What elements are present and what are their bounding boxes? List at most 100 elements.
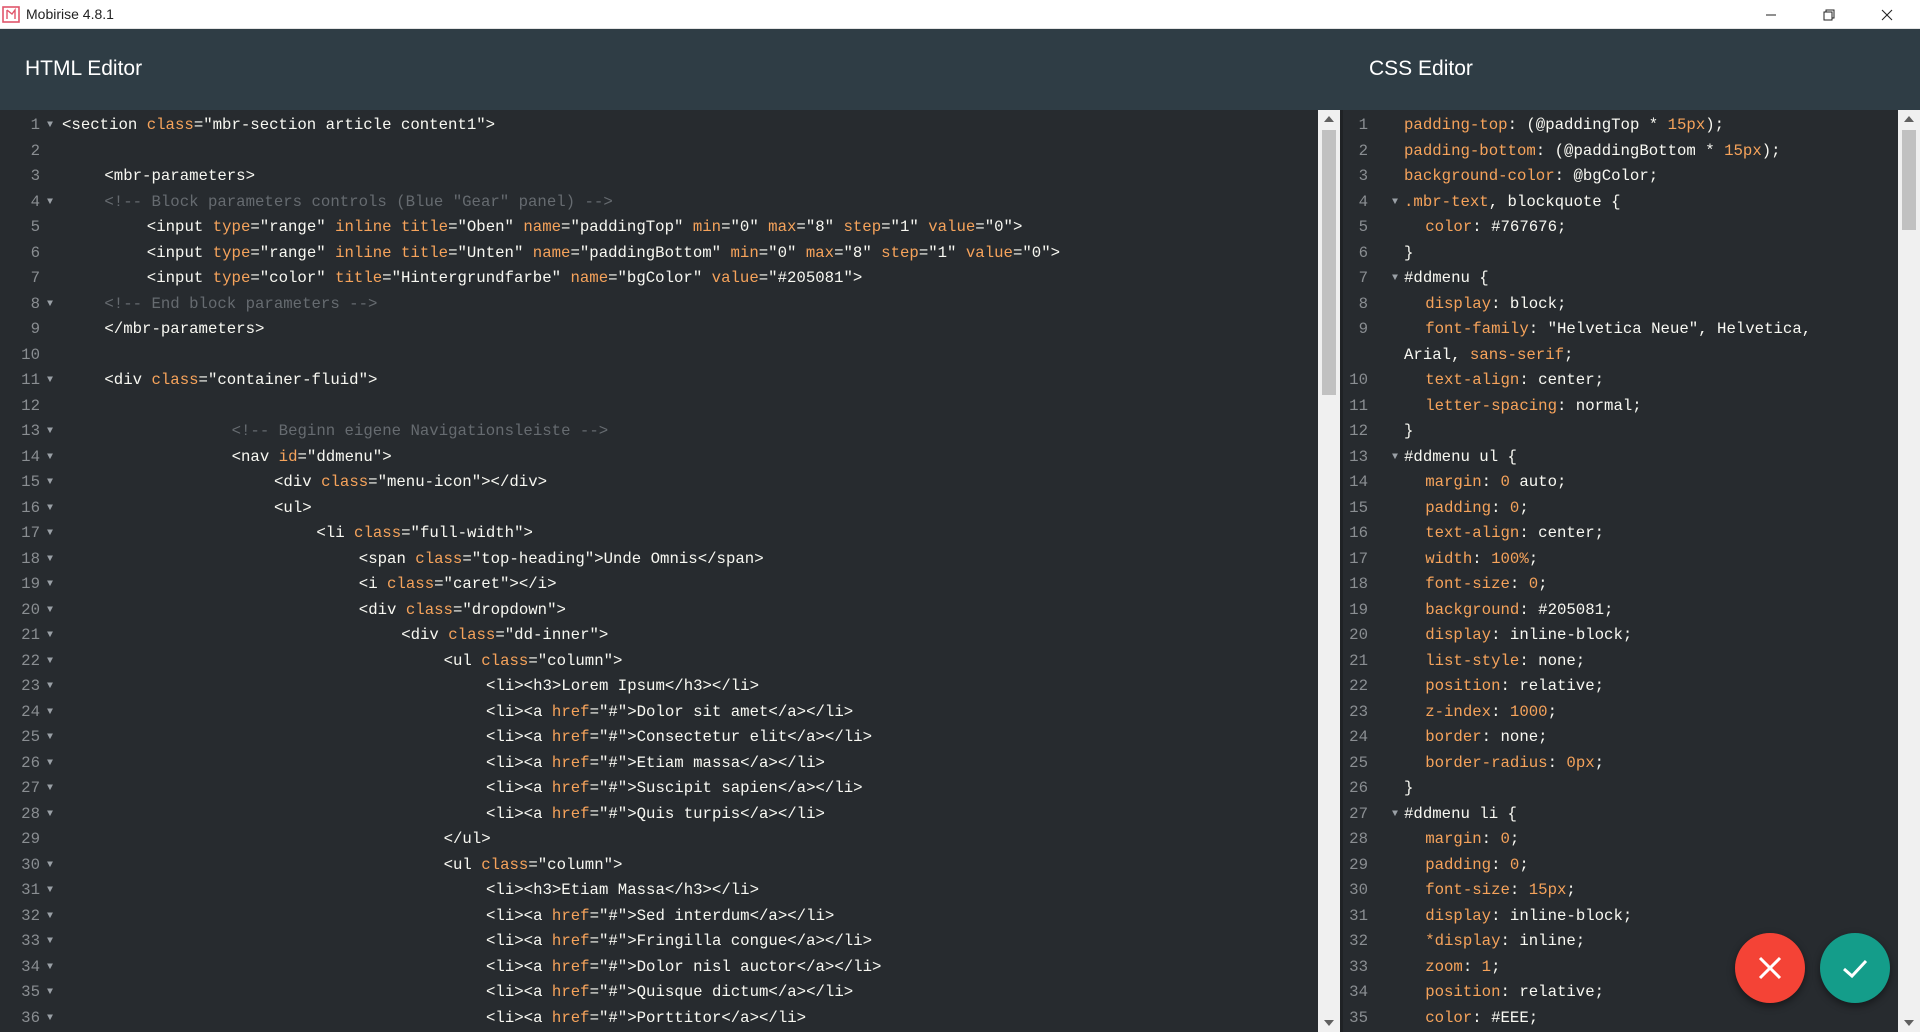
- fold-arrow-icon[interactable]: ▼: [47, 904, 53, 929]
- fold-arrow-icon[interactable]: ▼: [47, 623, 53, 648]
- scrollbar-thumb[interactable]: [1902, 130, 1916, 230]
- scroll-up-arrow[interactable]: [1324, 116, 1334, 122]
- html-editor-scrollbar[interactable]: [1318, 110, 1340, 1032]
- code-line[interactable]: 17 ▼ <li class="full-width">: [0, 521, 1318, 546]
- code-line[interactable]: 9 </mbr-parameters>: [0, 317, 1318, 342]
- code-line[interactable]: 5 <input type="range" inline title="Oben"…: [0, 215, 1318, 240]
- code-line[interactable]: 23 ▼ <li><h3>Lorem Ipsum</h3></li>: [0, 674, 1318, 699]
- code-line[interactable]: 5 color: #767676;: [1343, 215, 1898, 240]
- code-line[interactable]: Arial, sans-serif;: [1343, 343, 1898, 368]
- fold-arrow-icon[interactable]: ▼: [47, 955, 53, 980]
- fold-arrow-icon[interactable]: ▼: [47, 751, 53, 776]
- fold-arrow-icon[interactable]: ▼: [47, 853, 53, 878]
- code-line[interactable]: 9 font-family: "Helvetica Neue", Helvetic…: [1343, 317, 1898, 342]
- fold-arrow-icon[interactable]: ▼: [47, 419, 53, 444]
- fold-arrow-icon[interactable]: ▼: [47, 929, 53, 954]
- code-line[interactable]: 3 <mbr-parameters>: [0, 164, 1318, 189]
- code-line[interactable]: 26 ▼ <li><a href="#">Etiam massa</a></li>: [0, 751, 1318, 776]
- code-line[interactable]: 28 ▼ <li><a href="#">Quis turpis</a></li>: [0, 802, 1318, 827]
- restore-button[interactable]: [1800, 0, 1858, 29]
- cancel-button[interactable]: [1735, 933, 1805, 1003]
- code-line[interactable]: 14 margin: 0 auto;: [1343, 470, 1898, 495]
- code-line[interactable]: 33 ▼ <li><a href="#">Fringilla congue</a><…: [0, 929, 1318, 954]
- fold-arrow-icon[interactable]: ▼: [47, 725, 53, 750]
- fold-arrow-icon[interactable]: ▼: [47, 649, 53, 674]
- code-line[interactable]: 20 ▼ <div class="dropdown">: [0, 598, 1318, 623]
- code-line[interactable]: 23 z-index: 1000;: [1343, 700, 1898, 725]
- code-line[interactable]: 32 *display: inline;: [1343, 929, 1898, 954]
- code-line[interactable]: 13 ▼ #ddmenu ul {: [1343, 445, 1898, 470]
- code-line[interactable]: 36 ▼ <li><a href="#">Porttitor</a></li>: [0, 1006, 1318, 1031]
- code-line[interactable]: 1 padding-top: (@paddingTop * 15px);: [1343, 113, 1898, 138]
- fold-arrow-icon[interactable]: ▼: [47, 470, 53, 495]
- code-line[interactable]: 6}: [1343, 241, 1898, 266]
- code-line[interactable]: 22 ▼ <ul class="column">: [0, 649, 1318, 674]
- fold-arrow-icon[interactable]: ▼: [47, 572, 53, 597]
- scroll-down-arrow[interactable]: [1904, 1020, 1914, 1026]
- code-line[interactable]: 12: [0, 394, 1318, 419]
- code-line[interactable]: 4 ▼ .mbr-text, blockquote {: [1343, 190, 1898, 215]
- confirm-button[interactable]: [1820, 933, 1890, 1003]
- code-line[interactable]: 16 text-align: center;: [1343, 521, 1898, 546]
- code-line[interactable]: 10: [0, 343, 1318, 368]
- scroll-up-arrow[interactable]: [1904, 116, 1914, 122]
- code-line[interactable]: 6 <input type="range" inline title="Unten…: [0, 241, 1318, 266]
- code-line[interactable]: 28 margin: 0;: [1343, 827, 1898, 852]
- code-line[interactable]: 21 list-style: none;: [1343, 649, 1898, 674]
- code-line[interactable]: 24 border: none;: [1343, 725, 1898, 750]
- code-line[interactable]: 15 ▼ <div class="menu-icon"></div>: [0, 470, 1318, 495]
- fold-arrow-icon[interactable]: ▼: [47, 598, 53, 623]
- fold-arrow-icon[interactable]: ▼: [47, 445, 53, 470]
- fold-arrow-icon[interactable]: ▼: [47, 776, 53, 801]
- code-line[interactable]: 7 ▼ #ddmenu {: [1343, 266, 1898, 291]
- code-line[interactable]: 35 ▼ <li><a href="#">Quisque dictum</a></l…: [0, 980, 1318, 1005]
- fold-arrow-icon[interactable]: ▼: [47, 980, 53, 1005]
- fold-arrow-icon[interactable]: ▼: [47, 547, 53, 572]
- css-code-editor[interactable]: 1 padding-top: (@paddingTop * 15px); 2 padd…: [1343, 110, 1898, 1032]
- code-line[interactable]: 12}: [1343, 419, 1898, 444]
- code-line[interactable]: 31 display: inline-block;: [1343, 904, 1898, 929]
- code-line[interactable]: 22 position: relative;: [1343, 674, 1898, 699]
- code-line[interactable]: 29 </ul>: [0, 827, 1318, 852]
- code-line[interactable]: 8 display: block;: [1343, 292, 1898, 317]
- code-line[interactable]: 30 ▼ <ul class="column">: [0, 853, 1318, 878]
- fold-arrow-icon[interactable]: ▼: [47, 802, 53, 827]
- code-line[interactable]: 11 letter-spacing: normal;: [1343, 394, 1898, 419]
- fold-arrow-icon[interactable]: ▼: [47, 190, 53, 215]
- code-line[interactable]: 3 background-color: @bgColor;: [1343, 164, 1898, 189]
- code-line[interactable]: 19 ▼ <i class="caret"></i>: [0, 572, 1318, 597]
- code-line[interactable]: 8 ▼ <!-- End block parameters -->: [0, 292, 1318, 317]
- code-line[interactable]: 33 zoom: 1;: [1343, 955, 1898, 980]
- scroll-down-arrow[interactable]: [1324, 1020, 1334, 1026]
- code-line[interactable]: 29 padding: 0;: [1343, 853, 1898, 878]
- fold-arrow-icon[interactable]: ▼: [47, 496, 53, 521]
- code-line[interactable]: 26}: [1343, 776, 1898, 801]
- fold-arrow-icon[interactable]: ▼: [47, 878, 53, 903]
- code-line[interactable]: 27 ▼ <li><a href="#">Suscipit sapien</a></…: [0, 776, 1318, 801]
- code-line[interactable]: 19 background: #205081;: [1343, 598, 1898, 623]
- code-line[interactable]: 14 ▼ <nav id="ddmenu">: [0, 445, 1318, 470]
- code-line[interactable]: 31 ▼ <li><h3>Etiam Massa</h3></li>: [0, 878, 1318, 903]
- fold-arrow-icon[interactable]: ▼: [47, 521, 53, 546]
- scrollbar-thumb[interactable]: [1322, 130, 1336, 395]
- code-line[interactable]: 4 ▼ <!-- Block parameters controls (Blue "…: [0, 190, 1318, 215]
- code-line[interactable]: 10 text-align: center;: [1343, 368, 1898, 393]
- code-line[interactable]: 18 ▼ <span class="top-heading">Unde Omnis<…: [0, 547, 1318, 572]
- code-line[interactable]: 34 ▼ <li><a href="#">Dolor nisl auctor</a>…: [0, 955, 1318, 980]
- code-line[interactable]: 35 color: #EEE;: [1343, 1006, 1898, 1031]
- code-line[interactable]: 2: [0, 139, 1318, 164]
- html-code-editor[interactable]: 1 ▼ <section class="mbr-section article co…: [0, 110, 1318, 1032]
- fold-arrow-icon[interactable]: ▼: [47, 292, 53, 317]
- code-line[interactable]: 27 ▼ #ddmenu li {: [1343, 802, 1898, 827]
- code-line[interactable]: 18 font-size: 0;: [1343, 572, 1898, 597]
- code-line[interactable]: 13 ▼ <!-- Beginn eigene Navigationsleiste …: [0, 419, 1318, 444]
- code-line[interactable]: 25 ▼ <li><a href="#">Consectetur elit</a><…: [0, 725, 1318, 750]
- code-line[interactable]: 24 ▼ <li><a href="#">Dolor sit amet</a></l…: [0, 700, 1318, 725]
- fold-arrow-icon[interactable]: ▼: [47, 700, 53, 725]
- fold-arrow-icon[interactable]: ▼: [1392, 445, 1398, 470]
- code-line[interactable]: 30 font-size: 15px;: [1343, 878, 1898, 903]
- code-line[interactable]: 7 <input type="color" title="Hintergrundf…: [0, 266, 1318, 291]
- minimize-button[interactable]: [1742, 0, 1800, 29]
- code-line[interactable]: 21 ▼ <div class="dd-inner">: [0, 623, 1318, 648]
- fold-arrow-icon[interactable]: ▼: [1392, 190, 1398, 215]
